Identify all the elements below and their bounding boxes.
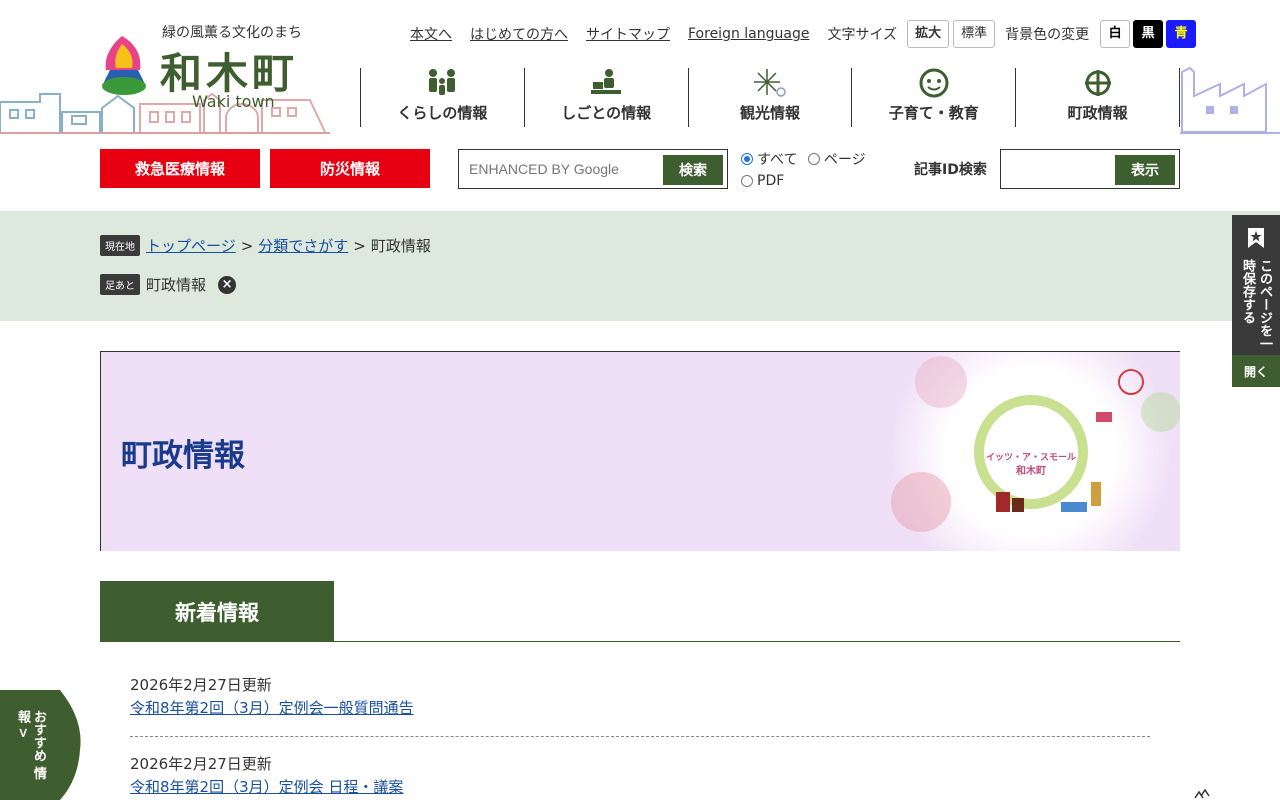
scope-pdf-radio[interactable]: PDF: [741, 171, 784, 191]
search-scope-options: すべて ページ PDF: [741, 149, 891, 191]
save-page-side-tab[interactable]: このページを一時保存する 開く: [1232, 215, 1280, 387]
bg-black-button[interactable]: 黒: [1133, 20, 1164, 48]
fireworks-icon: [753, 69, 786, 97]
foreign-language-link[interactable]: Foreign language: [688, 26, 809, 42]
radio-selected-icon: [741, 153, 753, 165]
breadcrumb-category-link[interactable]: 分類でさがす: [258, 235, 348, 256]
recommend-side-tab[interactable]: おすすめ 情報 >: [0, 690, 84, 800]
close-icon[interactable]: ×: [218, 275, 237, 294]
article-id-label: 記事ID検索: [914, 162, 987, 178]
bookmark-star-icon: [1248, 228, 1264, 248]
page-top-icon[interactable]: [1193, 788, 1211, 800]
breadcrumb: 現在地 トップページ > 分類でさがす > 町政情報: [100, 235, 431, 256]
site-logo[interactable]: 緑の風薫る文化のまち 和木町 Waki town: [100, 20, 330, 115]
sitemap-link[interactable]: サイトマップ: [586, 24, 670, 44]
desk-worker-icon: [591, 69, 622, 94]
footprint-tag: 足あと: [100, 274, 140, 295]
news-date: 2026年2月27日更新: [130, 755, 272, 773]
breadcrumb-current: 町政情報: [370, 237, 431, 255]
page-title: 町政情報: [121, 438, 245, 474]
factory-skyline-illustration: [1180, 66, 1280, 134]
breadcrumb-top-link[interactable]: トップページ: [146, 235, 236, 256]
search-input[interactable]: [469, 158, 659, 180]
news-tab[interactable]: 新着情報: [100, 581, 334, 642]
hero-badge-line2: 和木町: [1015, 464, 1046, 477]
site-tagline: 緑の風薫る文化のまち: [162, 25, 302, 41]
radio-unselected-icon: [807, 153, 820, 165]
news-link[interactable]: 令和8年第2回（3月）定例会 日程・議案: [130, 775, 1150, 799]
town-emblem-icon: [1084, 70, 1111, 96]
hero-badge-line1: イッツ・ア・スモール: [986, 452, 1076, 463]
scope-all-radio[interactable]: すべて: [741, 149, 797, 169]
gnav-living[interactable]: くらしの情報: [361, 68, 525, 127]
gnav-living-label: くらしの情報: [397, 104, 488, 122]
news-link[interactable]: 令和8年第2回（3月）定例会一般質問通告: [130, 696, 1150, 720]
search-button[interactable]: 検索: [663, 155, 723, 185]
small-world-illustration: イッツ・ア・スモール 和木町: [891, 352, 1180, 551]
font-size-normal-button[interactable]: 標準: [953, 20, 996, 48]
recommend-label: おすすめ 情報 >: [15, 710, 46, 780]
bg-white-button[interactable]: 白: [1100, 20, 1131, 48]
scope-page-radio[interactable]: ページ: [807, 149, 866, 169]
gnav-work-label: しごとの情報: [561, 104, 652, 122]
gnav-tourism[interactable]: 観光情報: [689, 68, 853, 127]
gnav-work[interactable]: しごとの情報: [525, 68, 689, 127]
skip-to-content-link[interactable]: 本文へ: [410, 24, 452, 44]
disaster-prevention-button[interactable]: 防災情報: [270, 149, 430, 188]
news-item: 2026年2月27日更新 令和8年第2回（3月）定例会 日程・議案: [130, 753, 1150, 799]
news-divider: [100, 641, 1180, 642]
category-hero: 町政情報 イッツ・ア・スモール 和木町: [100, 351, 1180, 551]
bg-blue-button[interactable]: 青: [1166, 20, 1197, 48]
gnav-childcare[interactable]: 子育て・教育: [852, 68, 1017, 127]
scope-pdf-label: PDF: [757, 173, 785, 189]
emergency-medical-button[interactable]: 救急医療情報: [100, 149, 260, 188]
font-size-large-button[interactable]: 拡大: [907, 20, 950, 48]
first-visit-link[interactable]: はじめての方へ: [470, 24, 568, 44]
news-date: 2026年2月27日更新: [130, 676, 272, 694]
scope-all-label: すべて: [757, 152, 798, 168]
global-navigation: くらしの情報 しごとの情報 観光情報 子育て・教育 町政情報: [360, 68, 1180, 127]
breadcrumb-separator: >: [240, 236, 254, 255]
town-logo-mark-icon: [102, 36, 146, 95]
article-id-show-button[interactable]: 表示: [1115, 155, 1175, 185]
gnav-childcare-label: 子育て・教育: [888, 104, 979, 122]
save-page-label: このページを一時保存する: [1240, 259, 1272, 350]
site-search-box: 検索: [458, 149, 728, 189]
gnav-town-admin-label: 町政情報: [1067, 104, 1128, 122]
footprint-history: 足あと 町政情報 ×: [100, 274, 237, 295]
news-item-separator: [130, 736, 1150, 737]
footprint-item[interactable]: 町政情報: [146, 274, 206, 295]
radio-unselected-icon: [741, 175, 753, 187]
bg-color-label: 背景色の変更: [1005, 27, 1090, 43]
news-item: 2026年2月27日更新 令和8年第2回（3月）定例会一般質問通告: [130, 674, 1150, 720]
gnav-tourism-label: 観光情報: [739, 104, 800, 122]
utility-bar: 本文へ はじめての方へ サイトマップ Foreign language 文字サイ…: [410, 20, 1197, 48]
article-id-field[interactable]: 表示: [1000, 149, 1180, 189]
site-name-english: Waki town: [192, 92, 275, 111]
current-location-tag: 現在地: [100, 235, 140, 256]
scope-page-label: ページ: [823, 152, 866, 168]
breadcrumb-band: 現在地 トップページ > 分類でさがす > 町政情報 足あと 町政情報 ×: [0, 211, 1280, 321]
child-face-icon: [919, 68, 949, 98]
save-page-open-button[interactable]: 開く: [1232, 355, 1280, 387]
font-size-label: 文字サイズ: [827, 27, 898, 43]
gnav-town-admin[interactable]: 町政情報: [1016, 68, 1180, 127]
people-icon: [429, 69, 456, 95]
breadcrumb-separator: >: [353, 236, 366, 255]
